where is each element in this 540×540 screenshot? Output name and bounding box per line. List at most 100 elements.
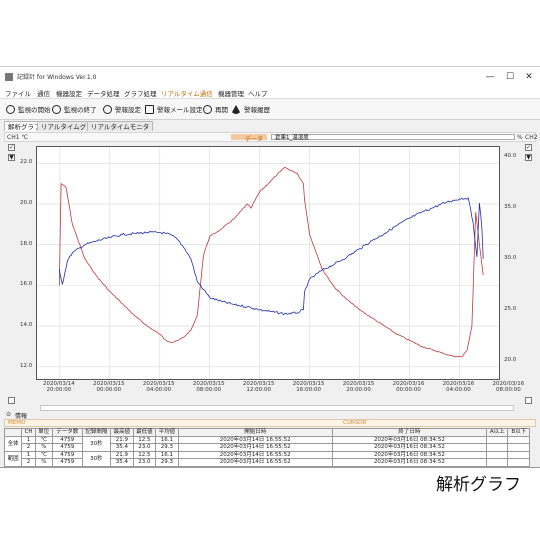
header-cell: B以下 [507, 428, 530, 437]
minimize-button[interactable]: — [482, 70, 498, 84]
stats-cell: ℃ [34, 450, 53, 459]
stats-cell: 12.5 [132, 450, 157, 459]
y-right-tick-label: 25.0 [504, 305, 517, 312]
stats-cell: 2020年03月16日 08:34:52 [331, 435, 488, 444]
stats-cell: ℃ [34, 435, 53, 444]
ch1-visible-checkbox[interactable]: ✓ [8, 144, 15, 151]
stats-cell: 4759 [51, 443, 83, 452]
y-right-tick-label: 20.0 [504, 356, 517, 363]
stats-cell: 4759 [51, 450, 83, 459]
memo-bar: MEMO CURSOR [4, 419, 536, 427]
memo-label: MEMO [8, 420, 26, 426]
stats-header-row: CH 単位 データ数 記録間隔 最高値 最低値 平均値 開始日時 終了日時 A以… [3, 428, 530, 437]
series-line-humidity [58, 197, 484, 316]
stats-cell: 23.0 [132, 443, 157, 452]
stats-cell: 16.1 [155, 450, 179, 459]
plot-area[interactable] [36, 146, 510, 380]
x-tick-time: 20:00:00 [346, 387, 371, 393]
zoom-out-right-button[interactable] [525, 397, 532, 404]
start-monitor-label: 監視の開始 [18, 106, 51, 114]
stats-cell: 35.4 [110, 458, 134, 467]
stats-cell: 2020年03月16日 08:34:52 [331, 450, 488, 459]
zoom-out-left-button[interactable] [8, 397, 15, 404]
alarm-mail-label: 警報メール設定 [157, 106, 203, 114]
maximize-button[interactable]: ☐ [502, 70, 518, 84]
stats-row[interactable]: 範囲 1 ℃ 4759 30秒 21.9 12.5 16.1 2020年03月14日 16:55… [3, 450, 530, 467]
y-left-tick-label: 12.0 [20, 362, 33, 369]
stats-cell: 16.1 [155, 435, 179, 444]
stats-row[interactable]: 全体 1 ℃ 4759 30秒 21.9 12.5 16.1 2020年03月14日 16:55… [3, 435, 530, 452]
stats-cell [507, 443, 530, 452]
stats-cell: 2020年03月14日 16:55:52 [177, 435, 333, 444]
menu-device-settings[interactable]: 機器設定 [56, 88, 82, 98]
stats-cell: 30秒 [81, 450, 112, 467]
header-cell: 最高値 [110, 428, 134, 437]
data-select[interactable]: 倉庫1_温湿度 [271, 134, 515, 141]
alarm-settings-button[interactable]: 警報設定 [103, 103, 141, 115]
ch1-dropdown[interactable]: ▼ [8, 154, 15, 161]
x-tick-time: 16:00:00 [296, 387, 321, 393]
x-tick-label: 2020/03/15 16:00:00 [293, 381, 325, 393]
alarm-history-button[interactable]: 警報履歴 [231, 103, 270, 115]
x-tick-label: 2020/03/15 00:00:00 [93, 381, 125, 393]
stats-cell: 12.5 [132, 435, 157, 444]
menu-device-management[interactable]: 機器管理 [218, 88, 244, 98]
menu-file[interactable]: ファイル [5, 88, 31, 98]
menu-help[interactable]: ヘルプ [248, 88, 268, 98]
y-right-tick-label: 40.0 [504, 153, 517, 160]
series-line-temperature [58, 166, 484, 358]
header-cell: 平均値 [155, 428, 179, 437]
stats-cell: 2020年03月14日 16:55:52 [177, 443, 333, 452]
x-tick-time: 08:00:00 [496, 387, 521, 393]
header-cell: 最低値 [132, 428, 157, 437]
stats-cell: 2020年03月14日 16:55:52 [177, 458, 333, 467]
stats-cell [486, 458, 509, 467]
stats-cell: % [34, 443, 53, 452]
stats-cell: 1 [21, 435, 36, 444]
y-left-tick-label: 16.0 [20, 281, 33, 288]
menu-graph-processing[interactable]: グラフ処理 [124, 88, 157, 98]
bell-icon [103, 104, 112, 114]
header-cell: データ数 [51, 428, 83, 437]
y-left-tick-label: 14.0 [20, 322, 33, 329]
stats-cell: 4759 [51, 458, 83, 467]
y-left-tick-label: 18.0 [20, 240, 33, 247]
collapse-icon[interactable]: ⊙ [6, 411, 11, 418]
x-tick-time: 00:00:00 [96, 387, 122, 393]
window-title: 記録計 for Windows Ver.1.0 [17, 74, 97, 81]
x-tick-label: 2020/03/14 20:00:00 [43, 381, 75, 393]
data-label: データ [245, 136, 264, 143]
close-button[interactable]: ✕ [521, 70, 537, 84]
ch2-visible-checkbox[interactable]: ✓ [525, 144, 532, 151]
ch2-dropdown[interactable]: ▼ [525, 154, 532, 161]
header-cell: 単位 [34, 428, 53, 437]
x-tick-time: 00:00:00 [396, 387, 421, 393]
x-tick-time: 04:00:00 [446, 387, 471, 393]
stop-monitor-label: 監視の終了 [64, 106, 97, 114]
menu-data-processing[interactable]: データ処理 [87, 88, 120, 98]
y-right-tick-label: 30.0 [504, 254, 517, 261]
stats-cell: 全体 [3, 435, 23, 452]
menu-communication[interactable]: 通信 [37, 88, 50, 98]
stop-monitor-button[interactable]: 監視の終了 [52, 103, 97, 115]
header-cell: CH [21, 428, 36, 437]
stats-cell: 2 [21, 458, 36, 467]
x-tick-label: 2020/03/16 08:00:00 [493, 381, 525, 393]
stats-cell [486, 443, 509, 452]
stats-cell: 2 [21, 443, 36, 452]
y-left-tick-label: 22.0 [20, 159, 33, 166]
stats-cell: 29.3 [155, 458, 179, 467]
start-monitor-button[interactable]: 監視の開始 [6, 103, 51, 115]
y-right-tick-label: 35.0 [504, 204, 517, 211]
stats-cell: 4759 [51, 435, 83, 444]
menu-realtime[interactable]: リアルタイム通信 [161, 88, 213, 98]
header-cell: 終了日時 [331, 428, 488, 437]
replay-label: 再開 [215, 106, 228, 114]
tab-realtime-monitor[interactable]: リアルタイムモニタ [87, 121, 154, 131]
x-tick-time: 04:00:00 [146, 387, 172, 393]
title-bar: 記録計 for Windows Ver.1.0 — ☐ ✕ [0, 67, 540, 87]
header-cell: 記録間隔 [81, 428, 112, 437]
line-chart [37, 147, 510, 379]
replay-button[interactable]: 再開 [203, 103, 228, 115]
alarm-mail-button[interactable]: 警報メール設定 [145, 103, 203, 115]
